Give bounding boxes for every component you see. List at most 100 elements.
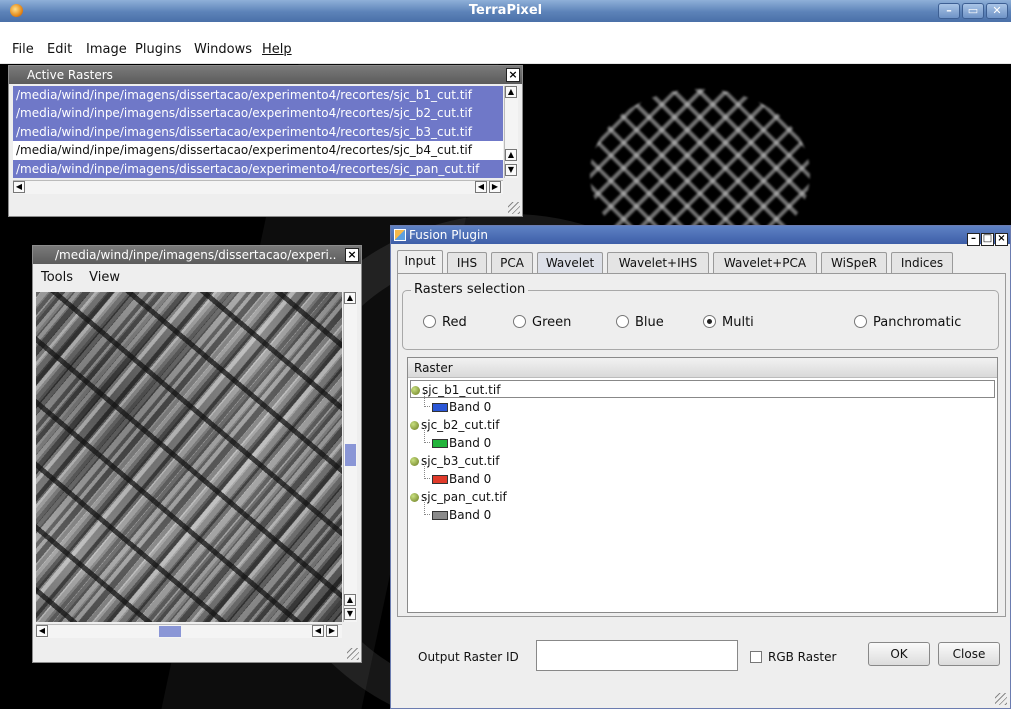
- raster-tree: Raster sjc_b1_cut.tif Band 0 sjc_b2_cut.…: [407, 357, 998, 613]
- ok-button[interactable]: OK: [868, 642, 930, 666]
- tab-wavelet-ihs[interactable]: Wavelet+IHS: [607, 252, 709, 274]
- menu-bar: File Edit Image Plugins Windows Help: [0, 22, 1011, 64]
- scroll-left-arrow-icon[interactable]: ◀: [475, 181, 487, 193]
- scroll-down-arrow-icon[interactable]: ▼: [505, 164, 517, 176]
- tab-wavelet-pca[interactable]: Wavelet+PCA: [713, 252, 817, 274]
- menu-help[interactable]: Help: [262, 42, 292, 57]
- raster-file-item[interactable]: /media/wind/inpe/imagens/dissertacao/exp…: [13, 141, 503, 159]
- band-color-swatch-icon: [432, 475, 448, 484]
- viewer-vertical-thumb[interactable]: [345, 444, 356, 466]
- tab-pca[interactable]: PCA: [491, 252, 533, 274]
- scroll-down-arrow-icon[interactable]: ▼: [344, 608, 356, 620]
- tree-node-label: sjc_pan_cut.tif: [421, 490, 507, 504]
- rgb-raster-checkbox[interactable]: RGB Raster: [750, 650, 836, 664]
- satellite-image[interactable]: [36, 292, 342, 622]
- tree-node-band[interactable]: Band 0: [424, 498, 492, 524]
- raster-file-item[interactable]: /media/wind/inpe/imagens/dissertacao/exp…: [13, 122, 503, 142]
- checkbox-icon: [750, 651, 762, 663]
- tree-band-label: Band 0: [449, 400, 492, 414]
- radio-circle-icon: [513, 315, 526, 328]
- fusion-plugin-title: Fusion Plugin: [409, 228, 488, 242]
- radio-red-label: Red: [442, 315, 467, 330]
- raster-list-horizontal-scrollbar[interactable]: ◀ ◀ ▶: [13, 180, 503, 194]
- active-rasters-close-button[interactable]: ×: [506, 68, 520, 82]
- scroll-up-arrow-icon[interactable]: ▲: [344, 594, 356, 606]
- menu-windows[interactable]: Windows: [194, 42, 252, 57]
- scroll-left-arrow-icon[interactable]: ◀: [36, 625, 48, 637]
- radio-circle-icon: [616, 315, 629, 328]
- active-rasters-title: Active Rasters ×: [9, 66, 522, 84]
- tree-node-label: sjc_b3_cut.tif: [421, 454, 500, 468]
- radio-multi-label: Multi: [722, 315, 754, 330]
- raster-file-item[interactable]: /media/wind/inpe/imagens/dissertacao/exp…: [13, 104, 503, 123]
- resize-grip-icon[interactable]: [508, 202, 520, 214]
- radio-selected-icon: [703, 315, 716, 328]
- tab-indices[interactable]: Indices: [891, 252, 953, 274]
- active-rasters-title-text: Active Rasters: [27, 68, 113, 82]
- viewer-horizontal-thumb[interactable]: [159, 626, 181, 637]
- radio-green-label: Green: [532, 315, 572, 330]
- image-viewer-close-button[interactable]: ×: [345, 248, 359, 262]
- app-title: TerraPixel: [468, 3, 543, 18]
- tab-input[interactable]: Input: [397, 250, 443, 274]
- tab-wavelet[interactable]: Wavelet: [537, 252, 603, 274]
- raster-node-icon: [410, 493, 419, 502]
- scroll-up-arrow-icon[interactable]: ▲: [505, 86, 517, 98]
- menu-plugins[interactable]: Plugins: [135, 42, 182, 57]
- image-viewer-title: /media/wind/inpe/imagens/dissertacao/exp…: [33, 246, 361, 264]
- viewer-menu-tools[interactable]: Tools: [41, 270, 73, 285]
- viewer-menu-bar: Tools View: [41, 270, 120, 285]
- tree-node-band[interactable]: Band 0: [424, 462, 491, 488]
- fusion-plugin-title-bar: Fusion Plugin – □ ×: [391, 226, 1010, 246]
- tree-band-label: Band 0: [449, 436, 492, 450]
- menu-image[interactable]: Image: [86, 42, 127, 57]
- output-raster-id-label: Output Raster ID: [418, 650, 519, 664]
- tree-node-label: sjc_b2_cut.tif: [421, 418, 500, 432]
- tree-band-label: Band 0: [449, 508, 492, 522]
- tab-ihs[interactable]: IHS: [447, 252, 487, 274]
- raster-list-vertical-scrollbar[interactable]: ▲ ▲ ▼: [504, 86, 518, 178]
- active-rasters-window: Active Rasters × /media/wind/inpe/imagen…: [8, 65, 523, 217]
- fusion-maximize-button[interactable]: □: [981, 233, 994, 246]
- resize-grip-icon[interactable]: [995, 693, 1007, 705]
- fusion-minimize-button[interactable]: –: [967, 233, 980, 246]
- raster-file-item[interactable]: /media/wind/inpe/imagens/dissertacao/exp…: [13, 86, 503, 105]
- tab-wisper[interactable]: WiSpeR: [821, 252, 887, 274]
- scroll-up-arrow-icon[interactable]: ▲: [344, 292, 356, 304]
- tree-node-raster[interactable]: sjc_b1_cut.tif: [410, 380, 995, 398]
- radio-green[interactable]: Green: [513, 315, 571, 330]
- menu-file[interactable]: File: [12, 42, 34, 57]
- close-button[interactable]: Close: [938, 642, 1000, 666]
- tree-node-band[interactable]: Band 0: [424, 426, 492, 452]
- radio-panchromatic[interactable]: Panchromatic: [854, 315, 961, 330]
- image-viewer-window: /media/wind/inpe/imagens/dissertacao/exp…: [32, 245, 362, 663]
- output-raster-id-input[interactable]: [536, 640, 738, 671]
- radio-red[interactable]: Red: [423, 315, 467, 330]
- viewer-menu-view[interactable]: View: [89, 270, 120, 285]
- viewer-horizontal-scrollbar[interactable]: ◀ ◀ ▶: [36, 624, 342, 638]
- tree-node-band[interactable]: Band 0: [424, 390, 492, 416]
- radio-multi[interactable]: Multi: [703, 315, 754, 330]
- scroll-left-arrow-icon[interactable]: ◀: [312, 625, 324, 637]
- close-window-button[interactable]: ✕: [986, 3, 1008, 19]
- band-color-swatch-icon: [432, 439, 448, 448]
- resize-grip-icon[interactable]: [347, 648, 359, 660]
- menu-edit[interactable]: Edit: [47, 42, 72, 57]
- raster-node-icon: [410, 421, 419, 430]
- radio-circle-icon: [423, 315, 436, 328]
- fusion-close-button[interactable]: ×: [995, 233, 1008, 246]
- rasters-selection-legend: Rasters selection: [411, 282, 529, 297]
- radio-circle-icon: [854, 315, 867, 328]
- fusion-plugin-window: Fusion Plugin – □ × Input IHS PCA Wavelet …: [390, 225, 1011, 709]
- minimize-button[interactable]: –: [938, 3, 960, 19]
- viewer-vertical-scrollbar[interactable]: ▲ ▲ ▼: [343, 292, 357, 622]
- scroll-up-arrow-icon[interactable]: ▲: [505, 149, 517, 161]
- image-viewer-title-text: /media/wind/inpe/imagens/dissertacao/exp…: [55, 248, 337, 262]
- scroll-left-arrow-icon[interactable]: ◀: [13, 181, 25, 193]
- maximize-button[interactable]: ▭: [962, 3, 984, 19]
- scroll-right-arrow-icon[interactable]: ▶: [489, 181, 501, 193]
- raster-file-item[interactable]: /media/wind/inpe/imagens/dissertacao/exp…: [13, 159, 503, 178]
- scroll-right-arrow-icon[interactable]: ▶: [326, 625, 338, 637]
- radio-blue[interactable]: Blue: [616, 315, 664, 330]
- rgb-raster-label: RGB Raster: [768, 650, 837, 664]
